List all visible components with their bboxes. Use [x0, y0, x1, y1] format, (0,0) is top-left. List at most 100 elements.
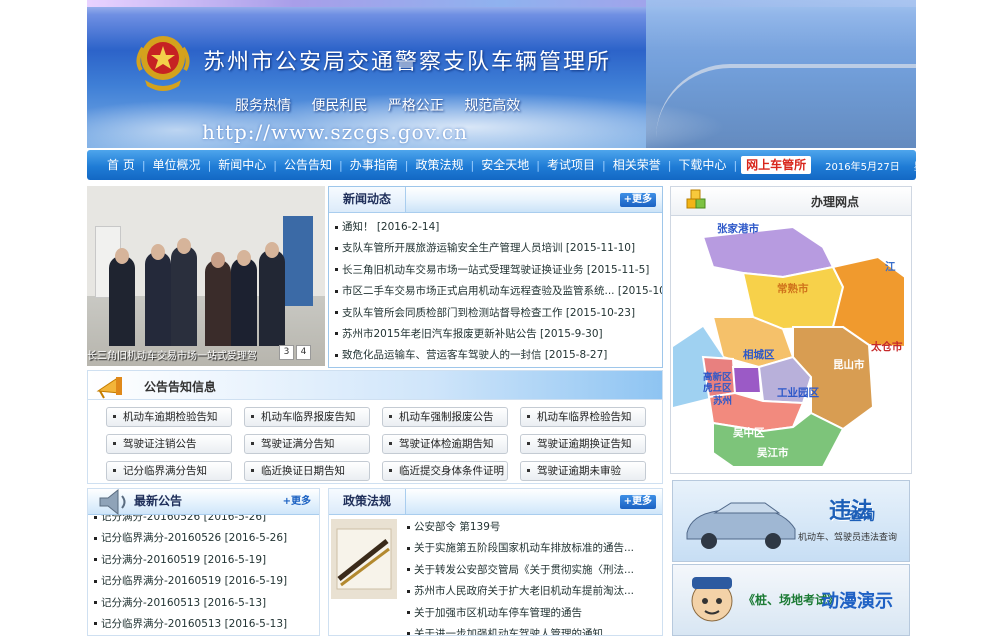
latest-notices-title: 最新公告 [134, 494, 183, 508]
notice-info-title: 公告告知信息 [144, 380, 217, 394]
megaphone-icon [96, 377, 122, 399]
list-item[interactable]: 关于转发公安部交管局《关于贯彻实施〈刑法... [407, 560, 634, 581]
list-item[interactable]: 支队车管所开展旅游运输安全生产管理人员培训 [2015-11-10] [335, 238, 662, 259]
list-item[interactable]: 长三角旧机动车交易市场一站式受理驾驶证换证业务 [2015-11-5] [335, 260, 662, 281]
map-label: 吴中区 [733, 427, 765, 439]
violation-small-text: 查询 [848, 509, 875, 524]
latest-notices-header: 最新公告 +更多 [88, 489, 319, 516]
news-panel: 新闻动态 +更多 通知！ [2016-2-14] 支队车管所开展旅游运输安全生产… [328, 186, 663, 368]
service-points-header: 办理网点 [671, 187, 911, 216]
map-label: 常熟市 [777, 283, 809, 295]
list-item[interactable]: 通知！ [2016-2-14] [335, 217, 662, 238]
notice-link-license-cancel[interactable]: 驾驶证注销公告 [106, 434, 232, 454]
header-banner: 苏州市公安局交通警察支队车辆管理所 服务热情 便民利民 严格公正 规范高效 ht… [87, 0, 916, 148]
notice-info-panel: 公告告知信息 机动车逾期检验告知 机动车临界报废告知 机动车强制报废公告 机动车… [87, 370, 663, 484]
service-points-title: 办理网点 [810, 195, 859, 209]
policy-more-link[interactable]: +更多 [619, 495, 656, 509]
exam-animation-banner[interactable]: 《桩、场地考试》 动漫演示 [672, 564, 910, 636]
map-label: 工业园区 [777, 387, 819, 399]
nav-downloads[interactable]: 下载中心 [671, 150, 733, 180]
list-item[interactable]: 市区二手车交易市场正式启用机动车远程查验及监管系统... [2015-10-27… [335, 281, 662, 302]
slide-page-3[interactable]: 3 [279, 345, 294, 360]
suzhou-district-map[interactable]: 张家港市 常熟市 江 太仓市 相城区 昆山市 高新区 虎丘区 苏州 工业园区 吴… [673, 217, 909, 469]
list-item[interactable]: 苏州市2015年老旧汽车报废更新补贴公告 [2015-9-30] [335, 324, 662, 345]
list-item[interactable]: 致危化品运输车、营运客车驾驶人的一封信 [2015-8-27] [335, 345, 662, 366]
policy-list: 公安部令 第139号 关于实施第五阶段国家机动车排放标准的通告... 关于转发公… [401, 515, 634, 635]
news-title: 新闻动态 [329, 187, 407, 212]
list-item[interactable]: 公安部令 第139号 [407, 517, 634, 538]
violation-query-banner[interactable]: 违法 查询 机动车、驾驶员违法查询 [672, 480, 910, 562]
nav-news[interactable]: 新闻中心 [211, 150, 273, 180]
car-icon [686, 502, 796, 549]
photo-figure [109, 256, 135, 346]
list-item[interactable]: 记分临界满分-20160513 [2016-5-13] [94, 614, 319, 635]
list-item[interactable]: 记分满分-20160513 [2016-5-13] [94, 593, 319, 614]
exam-right-text: 动漫演示 [821, 591, 893, 612]
map-label: 江 [885, 261, 896, 273]
nav-guide[interactable]: 办事指南 [343, 150, 405, 180]
map-label: 苏州 [713, 396, 733, 407]
news-header: 新闻动态 +更多 [329, 187, 662, 213]
list-item[interactable]: 苏州市人民政府关于扩大老旧机动车提前淘汰... [407, 581, 634, 602]
latest-notices-panel: 最新公告 +更多 记分满分-20160526 [2016-5-26] 记分临界满… [87, 488, 320, 636]
weekday-text: 星期五 [913, 161, 944, 173]
list-item[interactable]: 关于进一步加强机动车驾驶人管理的通知... [407, 624, 634, 635]
list-item[interactable]: 关于实施第五阶段国家机动车排放标准的通告... [407, 538, 634, 559]
policy-panel: 政策法规 +更多 公安部令 第139号 关于实施第五阶段国家机动车排放标准的通告… [328, 488, 663, 636]
nav-exams[interactable]: 考试项目 [540, 150, 602, 180]
list-item[interactable]: 记分临界满分-20160519 [2016-5-19] [94, 571, 319, 592]
notice-link-license-renew-overdue[interactable]: 驾驶证逾期换证告知 [520, 434, 646, 454]
gusu-region[interactable] [731, 366, 763, 394]
notice-button-grid: 机动车逾期检验告知 机动车临界报废告知 机动车强制报废公告 机动车临界检验告知 … [106, 407, 646, 481]
nav-about[interactable]: 单位概况 [146, 150, 208, 180]
list-item[interactable]: 记分满分-20160519 [2016-5-19] [94, 550, 319, 571]
map-label: 吴江市 [757, 447, 789, 459]
nav-policy[interactable]: 政策法规 [408, 150, 470, 180]
map-label: 虎丘区 [703, 383, 732, 394]
slogan: 便民利民 [311, 98, 368, 114]
notice-link-near-health-proof[interactable]: 临近提交身体条件证明 [382, 461, 508, 481]
news-more-link[interactable]: +更多 [619, 193, 656, 207]
notice-link-vehicle-overdue-inspection[interactable]: 机动车逾期检验告知 [106, 407, 232, 427]
map-label: 太仓市 [871, 341, 903, 353]
notice-link-near-renewal[interactable]: 临近换证日期告知 [244, 461, 370, 481]
slogan: 严格公正 [387, 98, 444, 114]
list-item[interactable]: 记分临界满分-20160526 [2016-5-26] [94, 528, 319, 549]
slide-page-4[interactable]: 4 [296, 345, 311, 360]
nav-notices[interactable]: 公告告知 [277, 150, 339, 180]
date-text: 2016年5月27日 [825, 161, 900, 173]
notice-link-vehicle-near-inspection[interactable]: 机动车临界检验告知 [520, 407, 646, 427]
map-label: 张家港市 [717, 223, 759, 235]
notice-link-vehicle-near-scrap[interactable]: 机动车临界报废告知 [244, 407, 370, 427]
policy-header: 政策法规 +更多 [329, 489, 662, 515]
notice-link-license-full-points[interactable]: 驾驶证满分告知 [244, 434, 370, 454]
map-label: 昆山市 [833, 359, 865, 371]
notice-link-license-medical-overdue[interactable]: 驾驶证体检逾期告知 [382, 434, 508, 454]
slogan: 规范高效 [464, 98, 521, 114]
nav-home[interactable]: 首 页 [87, 150, 142, 180]
nav-safety[interactable]: 安全天地 [474, 150, 536, 180]
slogans: 服务热情 便民利民 严格公正 规范高效 [235, 95, 536, 115]
latest-more-link[interactable]: +更多 [279, 495, 315, 509]
notice-link-points-near-full[interactable]: 记分临界满分告知 [106, 461, 232, 481]
slide-caption[interactable]: 长三角旧机动车交易市场一站式受理驾驶证 [87, 347, 257, 362]
nav-honors[interactable]: 相关荣誉 [606, 150, 668, 180]
slogan: 服务热情 [235, 98, 291, 114]
service-points-panel: 办理网点 张家港市 常熟市 江 太仓市 相城区 昆山市 高新区 虎丘区 苏州 工… [670, 186, 912, 474]
cartoon-officer-icon [691, 577, 733, 622]
notice-link-vehicle-forced-scrap[interactable]: 机动车强制报废公告 [382, 407, 508, 427]
list-item[interactable]: 关于加强市区机动车停车管理的通告 [407, 603, 634, 624]
cubes-icon [686, 189, 706, 209]
main-nav: 首 页 | 单位概况 | 新闻中心 | 公告告知 | 办事指南 | 政策法规 | 安全天地 |… [87, 150, 944, 180]
photo-slider[interactable]: 长三角旧机动车交易市场一站式受理驾驶证 3 4 [87, 186, 325, 366]
pen-thumbnail-image [331, 519, 397, 599]
violation-tagline: 机动车、驾驶员违法查询 [797, 533, 897, 543]
date-display: 2016年5月27日 星期五 [825, 158, 958, 173]
nav-online-service[interactable]: 网上车管所 [741, 156, 812, 174]
notice-link-license-not-reviewed[interactable]: 驾驶证逾期未审验 [520, 461, 646, 481]
list-item[interactable]: 支队车管所会同质检部门到检测站督导检查工作 [2015-10-23] [335, 303, 662, 324]
slide-pager: 3 4 [279, 345, 311, 360]
site-url: http://www.szcgs.gov.cn [202, 120, 468, 144]
policy-title: 政策法规 [329, 489, 407, 514]
latest-notices-list: 记分满分-20160526 [2016-5-26] 记分临界满分-2016052… [88, 505, 319, 635]
